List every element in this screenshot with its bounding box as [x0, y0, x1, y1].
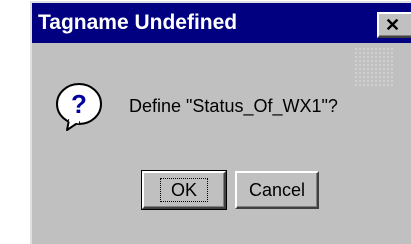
close-button[interactable]: ✕ — [377, 12, 411, 38]
dialog-title: Tagname Undefined — [38, 11, 238, 34]
dialog-window: Tagname Undefined ✕ ? Define "Status_Of_… — [30, 1, 411, 244]
ok-button-label: OK — [159, 178, 208, 202]
question-icon: ? — [56, 83, 102, 131]
svg-text:?: ? — [71, 89, 87, 119]
ok-button[interactable]: OK — [141, 170, 227, 210]
background-dither — [354, 47, 394, 87]
title-bar[interactable]: Tagname Undefined ✕ — [32, 3, 411, 43]
dialog-message: Define "Status_Of_WX1"? — [129, 96, 338, 116]
cancel-button-label: Cancel — [248, 179, 306, 200]
cancel-button[interactable]: Cancel — [235, 171, 319, 209]
close-icon: ✕ — [385, 15, 401, 35]
